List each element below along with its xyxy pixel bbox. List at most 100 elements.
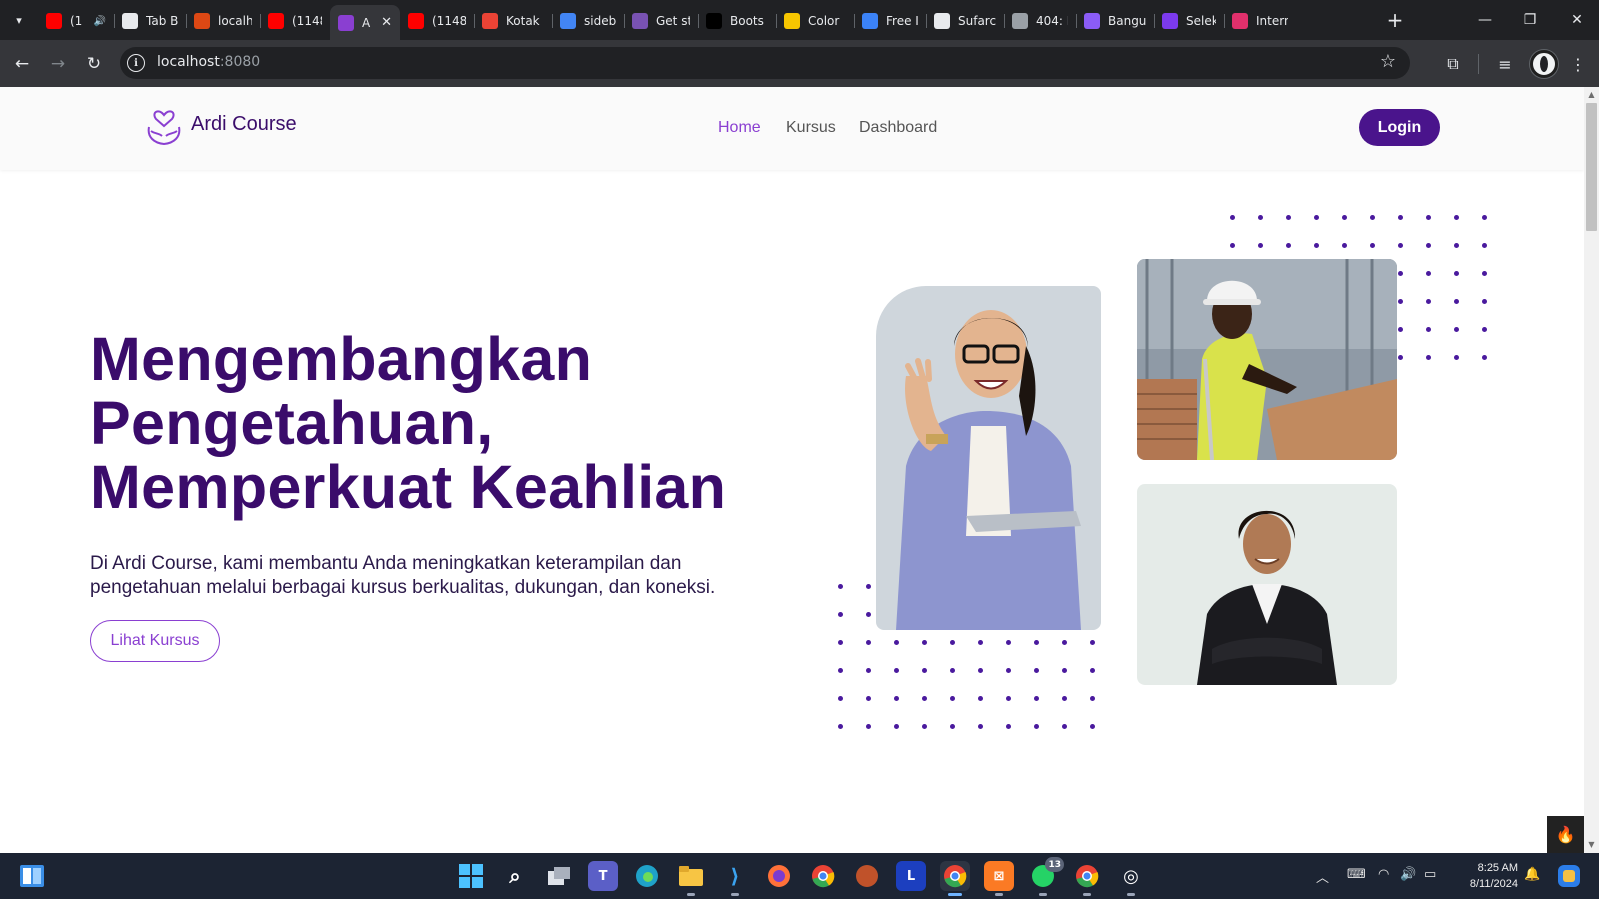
browser-tab[interactable]: Bangu <box>1076 6 1154 36</box>
brand-name[interactable]: Ardi Course <box>191 113 297 136</box>
decorative-dot <box>1454 299 1459 304</box>
notification-bell-icon[interactable]: 🔔 <box>1524 867 1540 882</box>
widgets-icon[interactable] <box>17 861 47 891</box>
flame-extension-icon[interactable]: 🔥 <box>1547 816 1584 853</box>
system-clock[interactable]: 8:25 AM 8/11/2024 <box>1448 860 1518 892</box>
chrome-profile-icon[interactable] <box>940 861 970 896</box>
copilot-icon[interactable] <box>1554 861 1584 891</box>
postman-icon[interactable] <box>852 861 882 891</box>
decorative-dot <box>978 640 983 645</box>
nav-link-dashboard[interactable]: Dashboard <box>859 119 937 137</box>
tab-title: (1148 <box>292 14 322 28</box>
restore-icon[interactable]: ❐ <box>1515 8 1545 32</box>
photo-woman-with-laptop <box>876 286 1101 630</box>
nav-link-home[interactable]: Home <box>718 119 761 137</box>
browser-tab[interactable]: Color <box>776 6 854 36</box>
site-info-icon[interactable]: i <box>127 54 145 72</box>
browser-tab[interactable]: A ✕ <box>330 5 400 40</box>
close-window-icon[interactable]: ✕ <box>1562 8 1592 32</box>
decorative-dot <box>838 640 843 645</box>
profile-avatar[interactable] <box>1530 50 1558 78</box>
browser-tab-strip: ▾ (1🔊Tab Blocalh(1148A✕(1148KotaksidebGe… <box>0 0 1599 40</box>
browser-tab[interactable]: (1 🔊 <box>38 6 114 36</box>
xampp-icon[interactable]: ⊠ <box>984 861 1014 896</box>
ardi-logo-icon[interactable] <box>145 107 183 147</box>
scroll-thumb[interactable] <box>1586 103 1597 231</box>
page-scrollbar[interactable]: ▲ ▼ <box>1584 87 1599 853</box>
scroll-down-arrow-icon[interactable]: ▼ <box>1587 840 1596 850</box>
whatsapp-icon[interactable]: 13 <box>1028 857 1064 896</box>
keyboard-icon[interactable]: ⌨ <box>1347 867 1366 882</box>
toolbar-divider <box>1478 54 1479 74</box>
obs-icon[interactable]: ◎ <box>1116 861 1146 896</box>
browser-tab[interactable]: Tab B <box>114 6 186 36</box>
decorative-dot <box>838 612 843 617</box>
teams-icon[interactable]: T <box>588 861 618 891</box>
edge-icon[interactable] <box>632 861 662 891</box>
windows-start-icon[interactable] <box>456 861 486 891</box>
reload-icon[interactable]: ↻ <box>81 51 107 77</box>
back-icon[interactable]: ← <box>9 51 35 77</box>
forward-icon[interactable]: → <box>45 51 71 77</box>
hero-description-line: pengetahuan melalui berbagai kursus berk… <box>90 577 716 598</box>
decorative-dot <box>1062 724 1067 729</box>
new-tab-button[interactable]: + <box>1382 8 1408 32</box>
extensions-icon[interactable]: ⧉ <box>1440 51 1466 77</box>
decorative-dot <box>1482 299 1487 304</box>
browser-tab[interactable]: (1148 <box>400 6 474 36</box>
address-bar[interactable]: i localhost:8080 ☆ <box>120 47 1410 79</box>
chrome-profile-2-icon[interactable] <box>1072 861 1102 896</box>
decorative-dot <box>1034 640 1039 645</box>
task-view-icon[interactable] <box>544 861 574 891</box>
codeigniter-icon <box>194 13 210 29</box>
nav-link-kursus[interactable]: Kursus <box>786 119 836 137</box>
decorative-dot <box>1482 243 1487 248</box>
browser-tab[interactable]: Boots <box>698 6 776 36</box>
login-button[interactable]: Login <box>1359 109 1440 146</box>
volume-icon[interactable]: 🔊 <box>1400 867 1416 882</box>
browser-tab[interactable]: Intern <box>1224 6 1296 36</box>
browser-tab[interactable]: Seleks <box>1154 6 1224 36</box>
decorative-dot <box>978 696 983 701</box>
whatsapp-badge: 13 <box>1045 857 1064 872</box>
browser-tab[interactable]: Get st <box>624 6 698 36</box>
tab-search-chevron-icon[interactable]: ▾ <box>6 8 32 32</box>
decorative-dot <box>1398 327 1403 332</box>
browser-tab[interactable]: Free Ic <box>854 6 926 36</box>
browser-tab[interactable]: sideb <box>552 6 624 36</box>
decorative-dot <box>1426 271 1431 276</box>
media-control-icon[interactable]: ≡ <box>1492 51 1518 77</box>
browser-tab[interactable]: (1148 <box>260 6 330 36</box>
decorative-dot <box>922 640 927 645</box>
lihat-kursus-button[interactable]: Lihat Kursus <box>90 620 220 662</box>
laragon-icon[interactable]: L <box>896 861 926 891</box>
url-text[interactable]: localhost:8080 <box>157 54 260 70</box>
tab-audio-icon[interactable]: 🔊 <box>94 16 106 27</box>
browser-tab[interactable]: 404: N <box>1004 6 1076 36</box>
tab-close-icon[interactable]: ✕ <box>381 15 392 30</box>
scroll-up-arrow-icon[interactable]: ▲ <box>1587 90 1596 100</box>
bookmark-star-icon[interactable]: ☆ <box>1380 51 1396 72</box>
search-icon[interactable]: ⌕ <box>500 861 530 891</box>
browser-toolbar: ← → ↻ i localhost:8080 ☆ ⧉ ≡ ⋮ <box>0 40 1599 87</box>
tab-title: localh <box>218 14 252 28</box>
browser-tab[interactable]: Sufarc <box>926 6 1004 36</box>
browser-menu-icon[interactable]: ⋮ <box>1565 51 1591 77</box>
file-explorer-icon[interactable] <box>676 861 706 896</box>
decorative-dot <box>1482 271 1487 276</box>
browser-tab[interactable]: localh <box>186 6 260 36</box>
photo-construction-worker <box>1137 259 1397 460</box>
decorative-dot <box>1062 640 1067 645</box>
wifi-icon[interactable]: ◠ <box>1378 867 1389 882</box>
decorative-dot <box>894 640 899 645</box>
battery-icon[interactable]: ▭ <box>1424 867 1436 882</box>
chrome-icon[interactable] <box>808 861 838 891</box>
firefox-icon[interactable] <box>764 861 794 891</box>
decorative-dot <box>1090 696 1095 701</box>
vscode-icon[interactable]: ⟩ <box>720 861 750 896</box>
windows-taskbar: ⌕ T ⟩ L ⊠ 13 ◎ ︿ ⌨ ◠ 🔊 ▭ 8:25 AM 8/11/20… <box>0 853 1599 899</box>
tray-overflow-chevron-icon[interactable]: ︿ <box>1316 867 1329 886</box>
minimize-icon[interactable]: — <box>1470 8 1500 32</box>
decorative-dot <box>838 696 843 701</box>
browser-tab[interactable]: Kotak <box>474 6 552 36</box>
